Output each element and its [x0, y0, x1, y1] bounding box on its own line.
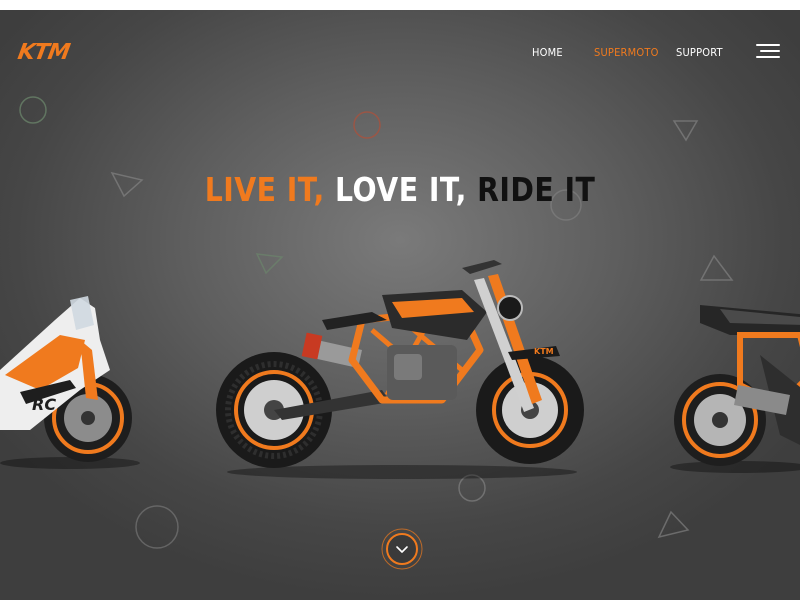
bike-right-duke[interactable] [660, 295, 800, 480]
hero-headline: LIVE IT, LOVE IT, RIDE IT [56, 170, 744, 209]
headline-love-it: LOVE IT, [335, 170, 467, 209]
nav-item-support[interactable]: SUPPORT [676, 46, 723, 59]
headline-live-it: LIVE IT, [204, 170, 325, 209]
hamburger-menu-icon[interactable] [754, 44, 780, 60]
main-nav: HOME SUPERMOTO SUPPORT [0, 46, 800, 66]
deco-circle [135, 505, 179, 549]
nav-item-supermoto[interactable]: SUPERMOTO [594, 46, 659, 59]
bike-center-supermoto[interactable]: KTM [212, 250, 592, 480]
nav-item-home[interactable]: HOME [532, 46, 563, 59]
deco-triangle [699, 254, 734, 281]
deco-triangle [672, 120, 699, 142]
scroll-down-button[interactable] [381, 528, 423, 570]
hero-section: KTM HOME SUPERMOTO SUPPORT LIVE IT, LOVE… [0, 10, 800, 600]
svg-text:RC: RC [32, 395, 56, 414]
headline-ride-it: RIDE IT [477, 170, 596, 209]
bike-left-rc[interactable]: RC [0, 280, 160, 480]
svg-text:KTM: KTM [534, 347, 554, 356]
deco-circle [19, 96, 47, 124]
deco-circle [353, 111, 381, 139]
deco-triangle [657, 510, 690, 539]
